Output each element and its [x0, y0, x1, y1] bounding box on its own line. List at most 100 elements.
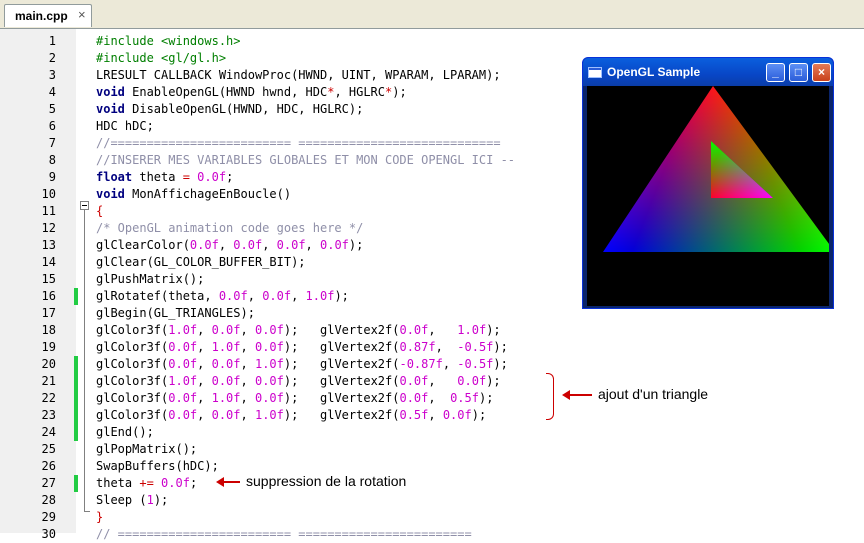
line-number: 22 — [41, 391, 56, 405]
code-text: glClearColor(0.0f, 0.0f, 0.0f, 0.0f); — [96, 237, 363, 254]
change-marker — [74, 288, 78, 305]
code-text: void MonAffichageEnBoucle() — [96, 186, 291, 203]
line-number: 12 — [41, 221, 56, 235]
line-number: 25 — [41, 442, 56, 456]
code-token: ); — [486, 323, 501, 337]
code-token: 0.0f — [168, 408, 198, 422]
code-line[interactable]: 26 SwapBuffers(hDC); — [0, 458, 864, 475]
code-token: glRotatef(theta, — [96, 289, 219, 303]
code-text: void DisableOpenGL(HWND, HDC, HGLRC); — [96, 101, 363, 118]
change-marker — [74, 475, 78, 492]
code-text: // ======================== ============… — [96, 526, 472, 543]
window-titlebar[interactable]: OpenGL Sample _ □ × — [583, 58, 833, 86]
code-token: theta — [132, 170, 183, 184]
code-token: 0.0f — [442, 408, 472, 422]
code-token: HDC hDC; — [96, 119, 154, 133]
annotation-arrowhead — [216, 477, 224, 487]
code-token: , — [197, 357, 212, 371]
code-token: 0.0f — [276, 238, 306, 252]
code-line[interactable]: 21 glColor3f(1.0f, 0.0f, 0.0f); glVertex2… — [0, 373, 864, 390]
code-token: glClearColor( — [96, 238, 190, 252]
code-token: 0.0f — [168, 391, 198, 405]
code-line[interactable]: 28 Sleep (1); — [0, 492, 864, 509]
editor-tab-bar: main.cpp × — [0, 0, 864, 29]
code-token: { — [96, 204, 104, 218]
line-number: 29 — [41, 510, 56, 524]
annotation-arrow — [222, 481, 240, 483]
window-title: OpenGL Sample — [607, 65, 701, 79]
code-token: , — [240, 408, 255, 422]
code-token: ); — [348, 238, 364, 252]
code-line[interactable]: 29} — [0, 509, 864, 526]
code-token: glColor3f( — [96, 408, 169, 422]
code-token: ); glVertex2f( — [283, 374, 400, 388]
code-token: , — [428, 374, 458, 388]
code-token: , — [305, 238, 320, 252]
code-token: void — [96, 187, 125, 201]
code-token: 0.0f — [189, 170, 227, 184]
code-line[interactable]: 25 glPopMatrix(); — [0, 441, 864, 458]
fold-collapse-icon[interactable] — [80, 201, 89, 210]
code-line[interactable]: 30 // ======================== ==========… — [0, 526, 864, 543]
change-marker — [74, 356, 78, 373]
code-token: 0.0f — [254, 340, 284, 354]
code-token: EnableOpenGL(HWND hwnd, HDC — [124, 85, 328, 99]
code-token: glEnd(); — [96, 425, 154, 439]
code-token: ); — [493, 340, 508, 354]
code-text: { — [96, 203, 103, 220]
code-token: 0.0f — [211, 408, 241, 422]
code-text: glColor3f(0.0f, 1.0f, 0.0f); glVertex2f(… — [96, 390, 493, 407]
code-text: SwapBuffers(hDC); — [96, 458, 219, 475]
line-number: 1 — [48, 34, 56, 48]
code-token: , — [240, 357, 255, 371]
line-number: 26 — [41, 459, 56, 473]
code-token: MonAffichageEnBoucle() — [124, 187, 292, 201]
code-line[interactable]: 23 glColor3f(0.0f, 0.0f, 1.0f); glVertex2… — [0, 407, 864, 424]
line-number: 4 — [48, 85, 56, 99]
code-token: glPopMatrix(); — [96, 442, 198, 456]
code-token: 0.0f — [457, 374, 487, 388]
line-number: 11 — [41, 204, 56, 218]
code-line[interactable]: 20 glColor3f(0.0f, 0.0f, 1.0f); glVertex2… — [0, 356, 864, 373]
annotation-triangle-added: ajout d'un triangle — [598, 386, 709, 402]
code-line[interactable]: 24 glEnd(); — [0, 424, 864, 441]
minimize-button[interactable]: _ — [766, 63, 785, 82]
code-text: glPopMatrix(); — [96, 441, 197, 458]
code-token: , — [262, 238, 277, 252]
code-text: glColor3f(0.0f, 1.0f, 0.0f); glVertex2f(… — [96, 339, 508, 356]
code-token: ; — [189, 476, 198, 490]
code-token: ); — [334, 289, 349, 303]
code-token: 0.0f — [211, 357, 241, 371]
code-token: glBegin(GL_TRIANGLES); — [96, 306, 255, 320]
tab-label: main.cpp — [15, 9, 68, 23]
code-token: , — [240, 323, 255, 337]
close-icon[interactable]: × — [78, 7, 86, 22]
code-text: /* OpenGL animation code goes here */ — [96, 220, 363, 237]
code-token: glColor3f( — [96, 340, 169, 354]
code-token: 0.5f — [399, 408, 429, 422]
code-line[interactable]: 19 glColor3f(0.0f, 1.0f, 0.0f); glVertex2… — [0, 339, 864, 356]
code-line[interactable]: 27 theta += 0.0f; — [0, 475, 864, 492]
opengl-sample-window[interactable]: OpenGL Sample _ □ × — [582, 57, 834, 309]
code-token: ); — [392, 85, 407, 99]
code-text: HDC hDC; — [96, 118, 154, 135]
code-text: //========================= ============… — [96, 135, 501, 152]
maximize-button[interactable]: □ — [789, 63, 808, 82]
code-token: 0.87f — [399, 340, 436, 354]
code-token: ); glVertex2f( — [283, 323, 400, 337]
code-line[interactable]: 18 glColor3f(1.0f, 0.0f, 0.0f); glVertex2… — [0, 322, 864, 339]
code-line[interactable]: 1 #include <windows.h> — [0, 33, 864, 50]
code-token: 0.0f — [262, 289, 292, 303]
opengl-render-canvas — [587, 86, 829, 306]
line-number: 9 — [48, 170, 56, 184]
line-number: 5 — [48, 102, 56, 116]
fold-guide — [84, 210, 85, 512]
code-token: += — [139, 476, 154, 490]
close-button[interactable]: × — [812, 63, 831, 82]
code-token: , — [197, 323, 212, 337]
code-line[interactable]: 22 glColor3f(0.0f, 1.0f, 0.0f); glVertex2… — [0, 390, 864, 407]
code-token: //INSERER MES VARIABLES GLOBALES ET MON … — [96, 153, 516, 167]
code-token: 0.0f — [399, 391, 429, 405]
code-token: ); — [493, 357, 508, 371]
tab-main-cpp[interactable]: main.cpp × — [4, 4, 92, 27]
